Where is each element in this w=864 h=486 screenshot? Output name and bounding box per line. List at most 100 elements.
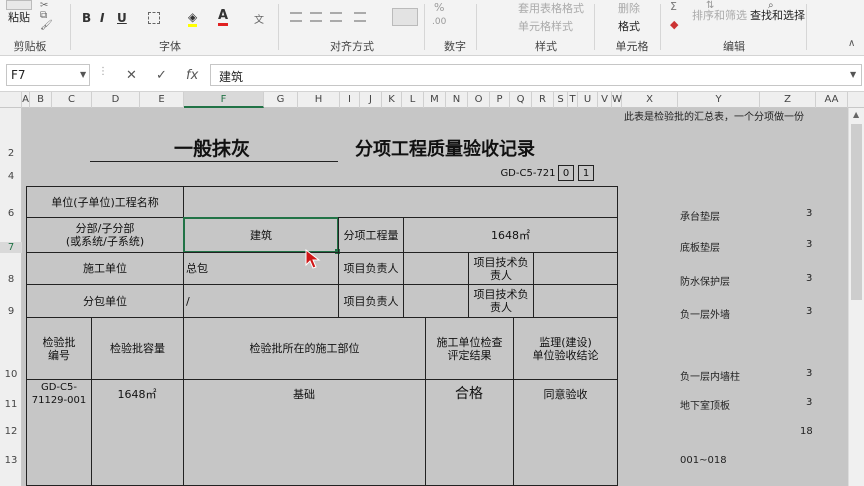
column-header[interactable]: A bbox=[22, 92, 30, 108]
subcontractor-value[interactable]: / bbox=[183, 284, 339, 318]
side-item-count: 3 bbox=[806, 306, 813, 317]
column-header[interactable]: J bbox=[360, 92, 382, 108]
styles-group-label: 样式 bbox=[535, 40, 557, 53]
cancel-icon[interactable]: ✕ bbox=[126, 68, 137, 83]
format-button[interactable]: 格式 bbox=[618, 18, 640, 34]
code-box-1: 0 bbox=[558, 165, 574, 181]
delete-button[interactable]: 删除 bbox=[618, 0, 640, 16]
align-right-icon[interactable] bbox=[330, 12, 342, 22]
column-header[interactable]: N bbox=[446, 92, 468, 108]
font-color-icon[interactable]: A bbox=[218, 9, 229, 26]
tech-lead-value-2[interactable] bbox=[533, 284, 618, 318]
sub-project-value[interactable]: 建筑 bbox=[183, 217, 339, 253]
row-header[interactable]: 13 bbox=[0, 455, 22, 466]
row1-result[interactable]: 合格 bbox=[425, 379, 514, 409]
row-header[interactable]: 4 bbox=[0, 171, 22, 182]
column-header[interactable]: K bbox=[382, 92, 402, 108]
indent-icon[interactable] bbox=[354, 12, 366, 22]
row-header[interactable]: 8 bbox=[0, 274, 22, 285]
column-header[interactable]: Z bbox=[760, 92, 816, 108]
border-icon[interactable] bbox=[148, 12, 160, 24]
row1-conclusion[interactable]: 同意验收 bbox=[513, 379, 618, 409]
side-item-name: 负一层内墙柱 bbox=[680, 372, 740, 383]
column-header[interactable]: V bbox=[598, 92, 612, 108]
column-header[interactable]: I bbox=[340, 92, 360, 108]
column-header[interactable]: T bbox=[568, 92, 578, 108]
column-header[interactable]: H bbox=[298, 92, 340, 108]
decimal-icon[interactable]: .00 bbox=[432, 17, 446, 27]
row-header[interactable]: 7 bbox=[0, 242, 22, 253]
contractor-label: 施工单位 bbox=[26, 252, 184, 285]
column-header[interactable]: Y bbox=[678, 92, 760, 108]
clear-icon[interactable]: ◆ bbox=[670, 18, 678, 31]
column-header[interactable]: AA bbox=[816, 92, 848, 108]
row-header[interactable]: 2 bbox=[0, 148, 22, 159]
column-header[interactable]: E bbox=[140, 92, 184, 108]
row1-capacity[interactable]: 1648㎡ bbox=[91, 379, 184, 409]
name-box[interactable]: F7 bbox=[6, 64, 90, 86]
pm-value[interactable] bbox=[403, 252, 469, 285]
column-header[interactable]: S bbox=[554, 92, 568, 108]
merge-center-icon[interactable] bbox=[392, 8, 418, 26]
pm-value-2[interactable] bbox=[403, 284, 469, 318]
column-header[interactable]: G bbox=[264, 92, 298, 108]
column-header[interactable]: M bbox=[424, 92, 446, 108]
form-code: GD-C5-721 bbox=[500, 167, 556, 179]
phonetic-icon[interactable]: 文 bbox=[254, 11, 264, 26]
insert-function-icon[interactable]: fx bbox=[186, 68, 198, 83]
column-header[interactable]: O bbox=[468, 92, 490, 108]
percent-icon[interactable]: % bbox=[434, 1, 444, 14]
side-item-name: 负一层外墙 bbox=[680, 310, 730, 321]
worksheet-grid[interactable]: 一般抹灰 分项工程质量验收记录 GD-C5-721 0 1 单位(子单位)工程名… bbox=[22, 108, 848, 486]
editing-group-label: 编辑 bbox=[723, 40, 745, 53]
column-header[interactable]: W bbox=[612, 92, 622, 108]
italic-button[interactable]: I bbox=[100, 11, 104, 25]
enter-icon[interactable]: ✓ bbox=[156, 68, 167, 83]
name-box-dropdown-icon[interactable]: ▼ bbox=[80, 70, 86, 79]
align-center-icon[interactable] bbox=[310, 12, 322, 22]
scroll-thumb[interactable] bbox=[851, 124, 862, 300]
column-header[interactable]: R bbox=[532, 92, 554, 108]
table-format-button[interactable]: 套用表格格式 bbox=[518, 0, 584, 16]
vertical-scrollbar[interactable]: ▲ bbox=[848, 108, 864, 486]
align-left-icon[interactable] bbox=[290, 12, 302, 22]
column-header[interactable]: X bbox=[622, 92, 678, 108]
item-qty-value[interactable]: 1648㎡ bbox=[403, 217, 618, 253]
item-qty-label: 分项工程量 bbox=[338, 217, 404, 253]
scroll-up-icon[interactable]: ▲ bbox=[853, 110, 859, 119]
column-header[interactable]: F bbox=[184, 92, 264, 108]
column-header[interactable]: Q bbox=[510, 92, 532, 108]
row-header[interactable]: 11 bbox=[0, 399, 22, 410]
fill-color-icon[interactable]: ◈ bbox=[188, 10, 198, 27]
column-header[interactable]: L bbox=[402, 92, 424, 108]
underline-button[interactable]: U bbox=[117, 11, 127, 25]
find-select-button[interactable]: 查找和选择 bbox=[750, 7, 805, 23]
side-item-count: 3 bbox=[806, 208, 813, 219]
row1-batch-no[interactable]: GD-C5- 71129-001 bbox=[26, 379, 92, 409]
format-painter-icon[interactable]: 🖌 bbox=[40, 20, 53, 31]
column-header[interactable]: D bbox=[92, 92, 140, 108]
column-header[interactable]: C bbox=[52, 92, 92, 108]
column-header[interactable]: B bbox=[30, 92, 52, 108]
row-header[interactable]: 9 bbox=[0, 306, 22, 317]
unit-name-value[interactable] bbox=[183, 186, 618, 218]
row-header[interactable]: 12 bbox=[0, 426, 22, 437]
title-left: 一般抹灰 bbox=[173, 137, 250, 160]
select-all-corner[interactable] bbox=[0, 92, 22, 108]
expand-formula-icon[interactable]: ▼ bbox=[850, 70, 856, 79]
paste-button[interactable]: 粘贴 bbox=[8, 9, 30, 25]
column-header[interactable]: U bbox=[578, 92, 598, 108]
sum-icon[interactable]: Σ bbox=[670, 0, 677, 13]
collapse-ribbon-icon[interactable]: ∧ bbox=[848, 38, 855, 49]
tech-lead-label: 项目技术负责人 bbox=[468, 252, 534, 285]
row-header[interactable]: 6 bbox=[0, 208, 22, 219]
bold-button[interactable]: B bbox=[82, 11, 91, 25]
column-header[interactable]: P bbox=[490, 92, 510, 108]
tech-lead-value[interactable] bbox=[533, 252, 618, 285]
sort-filter-button[interactable]: 排序和筛选 bbox=[692, 7, 747, 23]
formula-input[interactable]: 建筑 bbox=[210, 64, 862, 86]
row1-location[interactable]: 基础 bbox=[183, 379, 426, 409]
cell-style-button[interactable]: 单元格样式 bbox=[518, 18, 573, 34]
side-item-name: 承台垫层 bbox=[680, 212, 720, 223]
row-header[interactable]: 10 bbox=[0, 369, 22, 380]
